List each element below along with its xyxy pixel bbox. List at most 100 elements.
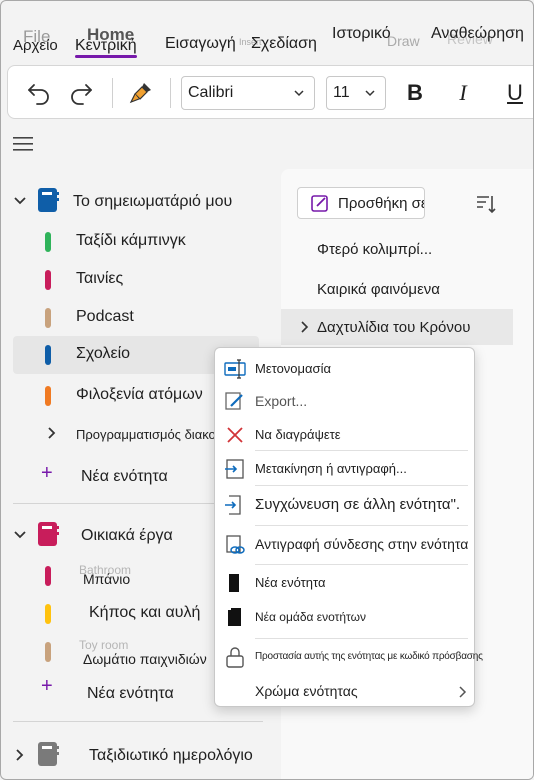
section-label: Φιλοξενία ατόμων xyxy=(76,386,203,403)
tab-review[interactable]: Αναθεώρηση xyxy=(431,25,524,43)
copy-link-icon xyxy=(224,534,246,556)
chevron-down-icon[interactable] xyxy=(13,196,27,206)
menu-item-password-protect[interactable]: Προστασία αυτής της ενότητας με κωδικό π… xyxy=(215,642,483,672)
section-context-menu: Μετονομασία Export... Να διαγράψετε Μετα… xyxy=(214,347,483,707)
section-label: Δωμάτιο παιχνιδιών xyxy=(83,651,207,667)
chevron-right-icon[interactable] xyxy=(301,321,309,333)
page-label: Φτερό κολιμπρί... xyxy=(317,240,433,258)
home-toolbar: Calibri 11 B I U xyxy=(7,65,533,119)
menu-separator xyxy=(255,450,468,451)
add-section-label: Νέα ενότητα xyxy=(87,685,174,702)
page-item[interactable]: Δαχτυλίδια του Κρόνου xyxy=(281,309,513,345)
section-color-tab xyxy=(45,308,51,328)
toolbar-divider xyxy=(112,78,113,108)
plus-icon: + xyxy=(41,675,53,697)
bold-button[interactable]: B xyxy=(398,76,432,110)
rename-icon xyxy=(224,358,246,380)
notebook-name: Το σημειωματάριό μου xyxy=(73,193,233,210)
font-name-select[interactable]: Calibri xyxy=(181,76,315,110)
chevron-right-icon[interactable] xyxy=(15,748,25,762)
section-podcast[interactable]: Podcast xyxy=(13,299,259,337)
section-label: Σχολείο xyxy=(76,345,131,362)
menu-item-new-section[interactable]: Νέα ενότητα xyxy=(215,568,474,598)
format-painter-button[interactable] xyxy=(124,76,158,110)
menu-item-copy-link[interactable]: Αντιγραφή σύνδεσης στην ενότητα xyxy=(215,528,474,562)
section-movies[interactable]: Ταινίες xyxy=(13,261,259,299)
notebook-name: Ταξιδιωτικό ημερολόγιο xyxy=(89,747,253,764)
chevron-down-icon[interactable] xyxy=(13,530,27,540)
section-label: Ταινίες xyxy=(76,270,124,287)
menu-item-label: Νέα ενότητα xyxy=(255,575,326,590)
tab-insert[interactable]: Εισαγωγή xyxy=(165,35,236,53)
menu-item-label: Αντιγραφή σύνδεσης στην ενότητα xyxy=(255,536,469,552)
page-label: Καιρικά φαινόμενα xyxy=(317,280,440,298)
section-camping[interactable]: Ταξίδι κάμπινγκ xyxy=(13,223,259,261)
new-section-icon xyxy=(224,572,246,594)
menu-item-section-color[interactable]: Χρώμα ενότητας xyxy=(215,676,474,706)
sort-icon[interactable] xyxy=(475,193,497,215)
section-color-tab xyxy=(45,642,51,662)
chevron-down-icon xyxy=(294,90,304,97)
export-icon xyxy=(224,390,246,412)
new-section-group-icon xyxy=(224,606,246,628)
move-copy-icon xyxy=(224,458,246,480)
font-size-value: 11 xyxy=(333,84,350,101)
undo-icon xyxy=(28,84,49,105)
ghost-tab-draw: Draw xyxy=(387,33,420,49)
ribbon-tabs: File Home Insert Draw Review Αρχείο Κεντ… xyxy=(1,1,533,61)
hamburger-menu-icon[interactable] xyxy=(13,135,35,153)
menu-item-export[interactable]: Export... xyxy=(215,386,474,416)
menu-separator xyxy=(255,564,468,565)
menu-item-label: Μετονομασία xyxy=(255,361,331,376)
menu-item-label: Να διαγράψετε xyxy=(255,427,341,442)
section-color-tab xyxy=(45,270,51,290)
menu-item-rename[interactable]: Μετονομασία xyxy=(215,354,474,384)
add-section-label: Νέα ενότητα xyxy=(81,468,168,485)
menu-item-delete[interactable]: Να διαγράψετε xyxy=(215,420,474,450)
page-item[interactable]: Καιρικά φαινόμενα xyxy=(281,271,513,307)
section-color-tab xyxy=(45,232,51,252)
page-label: Δαχτυλίδια του Κρόνου xyxy=(317,318,471,336)
section-label: Podcast xyxy=(76,308,134,325)
menu-item-merge[interactable]: Συγχώνευση σε άλλη ενότητα". xyxy=(215,488,474,522)
font-size-select[interactable]: 11 xyxy=(326,76,386,110)
add-page-button[interactable]: Προσθήκη σελίδας xyxy=(297,187,425,219)
delete-icon xyxy=(224,424,246,446)
chevron-right-icon[interactable] xyxy=(47,426,57,440)
section-color-tab xyxy=(45,386,51,406)
format-painter-icon xyxy=(129,83,151,104)
notebook-icon xyxy=(38,742,59,766)
chevron-down-icon xyxy=(365,90,375,97)
menu-item-new-section-group[interactable]: Νέα ομάδα ενοτήτων xyxy=(215,602,474,632)
notebook-name: Οικιακά έργα xyxy=(81,527,173,544)
section-label: Κήπος και αυλή xyxy=(89,604,201,621)
italic-button[interactable]: I xyxy=(446,76,480,110)
notebook-travel-journal[interactable]: Ταξιδιωτικό ημερολόγιο xyxy=(1,737,271,773)
redo-button[interactable] xyxy=(64,76,98,110)
menu-item-label: Export... xyxy=(255,393,308,409)
notebook-my-notebook[interactable]: Το σημειωματάριό μου xyxy=(1,183,271,219)
toolbar-divider xyxy=(170,78,171,108)
menu-item-label: Προστασία αυτής της ενότητας με κωδικό π… xyxy=(255,651,483,662)
section-label: Μπάνιο xyxy=(83,571,131,587)
redo-icon xyxy=(71,84,92,105)
section-color-tab xyxy=(45,604,51,624)
add-page-icon xyxy=(311,195,328,212)
tab-home[interactable]: Κεντρική xyxy=(75,37,137,58)
tab-draw[interactable]: Σχεδίαση xyxy=(251,35,317,53)
page-item[interactable]: Φτερό κολιμπρί... xyxy=(281,231,513,267)
notebook-divider xyxy=(13,721,263,722)
notebook-icon xyxy=(38,522,59,546)
font-name-value: Calibri xyxy=(188,84,234,101)
menu-item-move-copy[interactable]: Μετακίνηση ή αντιγραφή... xyxy=(215,454,474,484)
menu-item-label: Μετακίνηση ή αντιγραφή... xyxy=(255,461,407,476)
tab-file[interactable]: Αρχείο xyxy=(13,37,58,54)
section-label: Ταξίδι κάμπινγκ xyxy=(76,232,186,249)
merge-icon xyxy=(224,494,246,516)
undo-button[interactable] xyxy=(22,76,56,110)
menu-separator xyxy=(255,525,468,526)
tab-history[interactable]: Ιστορικό xyxy=(332,25,391,43)
notebook-icon xyxy=(38,188,59,212)
plus-icon: + xyxy=(41,462,53,484)
underline-button[interactable]: U xyxy=(498,76,532,110)
